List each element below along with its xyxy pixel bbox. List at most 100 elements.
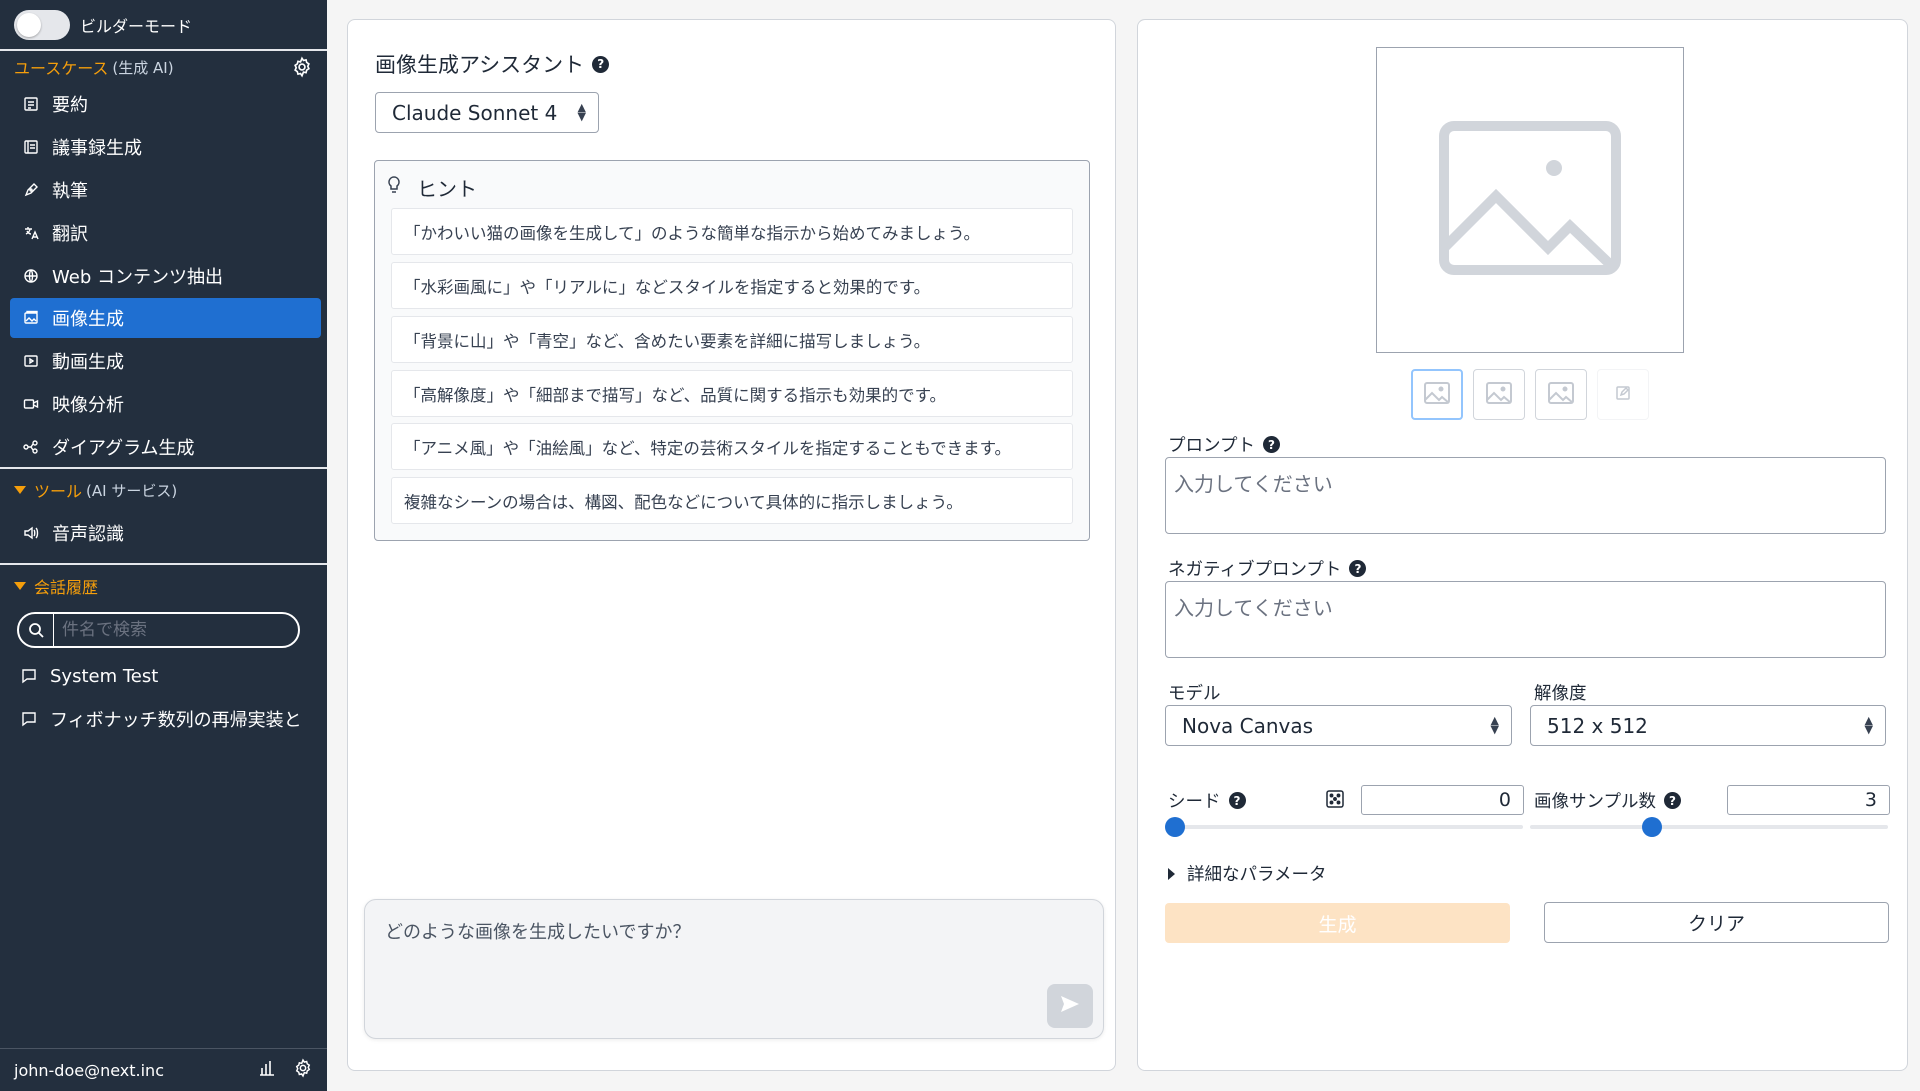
sidebar-item-diagram[interactable]: ダイアグラム生成 bbox=[10, 427, 321, 467]
detail-params-toggle[interactable]: 詳細なパラメータ bbox=[1168, 861, 1326, 886]
send-button[interactable] bbox=[1047, 984, 1093, 1028]
image-icon bbox=[22, 309, 40, 327]
sidebar-item-image-generation[interactable]: 画像生成 bbox=[10, 298, 321, 338]
hint-item[interactable]: 「高解像度」や「細部まで描写」など、品質に関する指示も効果的です。 bbox=[391, 370, 1073, 417]
history-item-label: フィボナッチ数列の再帰実装と bbox=[50, 710, 302, 731]
hint-item[interactable]: 「アニメ風」や「油絵風」など、特定の芸術スタイルを指定することもできます。 bbox=[391, 423, 1073, 470]
model-dropdown[interactable]: Nova Canvas ▲ ▼ bbox=[1165, 705, 1512, 746]
history-header[interactable]: 会話履歴 bbox=[14, 574, 98, 598]
hint-item[interactable]: 「かわいい猫の画像を生成して」のような簡単な指示から始めてみましょう。 bbox=[391, 208, 1073, 255]
tools-header[interactable]: ツール (AI サービス) bbox=[14, 478, 177, 502]
samples-label-text: 画像サンプル数 bbox=[1534, 792, 1656, 812]
generator-panel: プロンプト ? ネガティブプロンプト ? モデル Nova Canvas ▲▼ … bbox=[1137, 19, 1908, 1071]
caret-down-icon bbox=[14, 582, 26, 590]
history-item[interactable]: System Test bbox=[20, 659, 158, 693]
edit-button[interactable] bbox=[1597, 369, 1649, 420]
negative-prompt-label: ネガティブプロンプト ? bbox=[1168, 556, 1367, 581]
history-item-label: System Test bbox=[50, 665, 159, 687]
image-thumbnail[interactable] bbox=[1535, 369, 1587, 420]
pen-icon bbox=[22, 181, 40, 199]
translate-icon bbox=[22, 224, 40, 242]
history-item[interactable]: フィボナッチ数列の再帰実装と bbox=[20, 702, 302, 736]
clear-button[interactable]: クリア bbox=[1544, 902, 1889, 943]
sidebar-item-video-analysis[interactable]: 映像分析 bbox=[10, 384, 321, 424]
hint-item[interactable]: 「背景に山」や「青空」など、含めたい要素を詳細に描写しましょう。 bbox=[391, 316, 1073, 363]
chevron-updown-icon: ▲ ▼ bbox=[577, 101, 586, 123]
prompt-label: プロンプト ? bbox=[1168, 432, 1280, 457]
sidebar-item-label: 翻訳 bbox=[52, 224, 88, 245]
resolution-label: 解像度 bbox=[1534, 684, 1587, 704]
divider bbox=[0, 49, 327, 51]
image-preview bbox=[1376, 47, 1684, 353]
model-label: モデル bbox=[1168, 684, 1221, 704]
help-icon[interactable]: ? bbox=[1349, 560, 1367, 577]
usecases-sub: (生成 AI) bbox=[112, 58, 174, 77]
seed-slider-thumb[interactable] bbox=[1165, 817, 1185, 837]
hint-title: ヒント bbox=[417, 177, 477, 201]
sidebar-item-label: ダイアグラム生成 bbox=[52, 438, 195, 459]
sidebar-footer: john-doe@next.inc bbox=[0, 1048, 327, 1091]
generate-button[interactable]: 生成 bbox=[1165, 903, 1510, 943]
builder-mode-toggle[interactable]: ビルダーモード bbox=[14, 10, 192, 40]
samples-slider-track[interactable] bbox=[1530, 825, 1888, 829]
help-icon[interactable]: ? bbox=[592, 55, 610, 73]
sidebar: ビルダーモード ユースケース (生成 AI) 要約 議事録生成 執筆 翻訳 We… bbox=[0, 0, 327, 1091]
gear-icon[interactable] bbox=[291, 56, 313, 78]
assistant-panel: 画像生成アシスタント ? Claude Sonnet 4 ▲ ▼ ヒント 「かわい… bbox=[347, 19, 1116, 1071]
chat-input-box bbox=[364, 899, 1104, 1039]
hint-item[interactable]: 「水彩画風に」や「リアルに」などスタイルを指定すると効果的です。 bbox=[391, 262, 1073, 309]
usecases-header: ユースケース (生成 AI) bbox=[14, 55, 174, 79]
search-input[interactable] bbox=[53, 614, 293, 646]
image-placeholder-icon bbox=[1438, 120, 1622, 280]
seed-slider-track[interactable] bbox=[1165, 825, 1523, 829]
prompt-input[interactable] bbox=[1165, 457, 1886, 534]
lightbulb-icon bbox=[385, 175, 403, 200]
toggle-switch[interactable] bbox=[14, 10, 70, 40]
dice-icon[interactable] bbox=[1325, 789, 1345, 813]
resolution-dropdown-value: 512 x 512 bbox=[1547, 713, 1648, 738]
sidebar-item-label: 映像分析 bbox=[52, 395, 124, 416]
sidebar-item-video-generation[interactable]: 動画生成 bbox=[10, 341, 321, 381]
seed-label-text: シード bbox=[1168, 792, 1221, 812]
image-thumbnail[interactable] bbox=[1473, 369, 1525, 420]
document-icon bbox=[22, 95, 40, 113]
resolution-dropdown[interactable]: 512 x 512 ▲ ▼ bbox=[1530, 705, 1886, 746]
help-icon[interactable]: ? bbox=[1262, 436, 1280, 453]
sidebar-item-speech-recognition[interactable]: 音声認識 bbox=[10, 513, 321, 553]
samples-label: 画像サンプル数 ? bbox=[1534, 788, 1681, 813]
speaker-icon bbox=[22, 524, 40, 542]
negative-prompt-input[interactable] bbox=[1165, 581, 1886, 658]
model-dropdown-value: Nova Canvas bbox=[1182, 713, 1314, 738]
chevron-updown-icon: ▲ ▼ bbox=[1490, 714, 1499, 736]
chevron-updown-icon: ▲ ▼ bbox=[1864, 714, 1873, 736]
model-select-value: Claude Sonnet 4 bbox=[392, 100, 558, 125]
help-icon[interactable]: ? bbox=[1663, 792, 1681, 809]
caret-right-icon bbox=[1168, 867, 1175, 880]
page-title: 画像生成アシスタント ? bbox=[375, 49, 610, 79]
hint-header: ヒント bbox=[385, 173, 477, 202]
sidebar-item-writing[interactable]: 執筆 bbox=[10, 170, 321, 210]
chat-input[interactable] bbox=[385, 918, 1025, 998]
samples-input[interactable] bbox=[1727, 785, 1890, 815]
history-search[interactable] bbox=[17, 612, 300, 648]
globe-icon bbox=[22, 267, 40, 285]
search-icon bbox=[19, 622, 53, 638]
usecases-title: ユースケース bbox=[14, 59, 109, 78]
model-select[interactable]: Claude Sonnet 4 ▲ ▼ bbox=[375, 92, 599, 133]
user-email: john-doe@next.inc bbox=[14, 1060, 164, 1080]
seed-input[interactable] bbox=[1361, 785, 1524, 815]
settings-icon[interactable] bbox=[293, 1058, 313, 1082]
page-title-text: 画像生成アシスタント bbox=[375, 53, 585, 77]
sidebar-item-summary[interactable]: 要約 bbox=[10, 84, 321, 124]
hint-item[interactable]: 複雑なシーンの場合は、構図、配色などについて具体的に指示しましょう。 bbox=[391, 477, 1073, 524]
image-thumbnail[interactable] bbox=[1411, 369, 1463, 420]
help-icon[interactable]: ? bbox=[1228, 792, 1246, 809]
samples-slider-thumb[interactable] bbox=[1641, 817, 1662, 837]
sidebar-item-translate[interactable]: 翻訳 bbox=[10, 213, 321, 253]
sidebar-item-web-extract[interactable]: Web コンテンツ抽出 bbox=[10, 256, 321, 296]
camera-icon bbox=[22, 395, 40, 413]
stats-icon[interactable] bbox=[257, 1058, 277, 1082]
hint-box: ヒント 「かわいい猫の画像を生成して」のような簡単な指示から始めてみましょう。 … bbox=[374, 160, 1090, 541]
image-icon bbox=[1424, 381, 1450, 408]
sidebar-item-minutes[interactable]: 議事録生成 bbox=[10, 127, 321, 167]
